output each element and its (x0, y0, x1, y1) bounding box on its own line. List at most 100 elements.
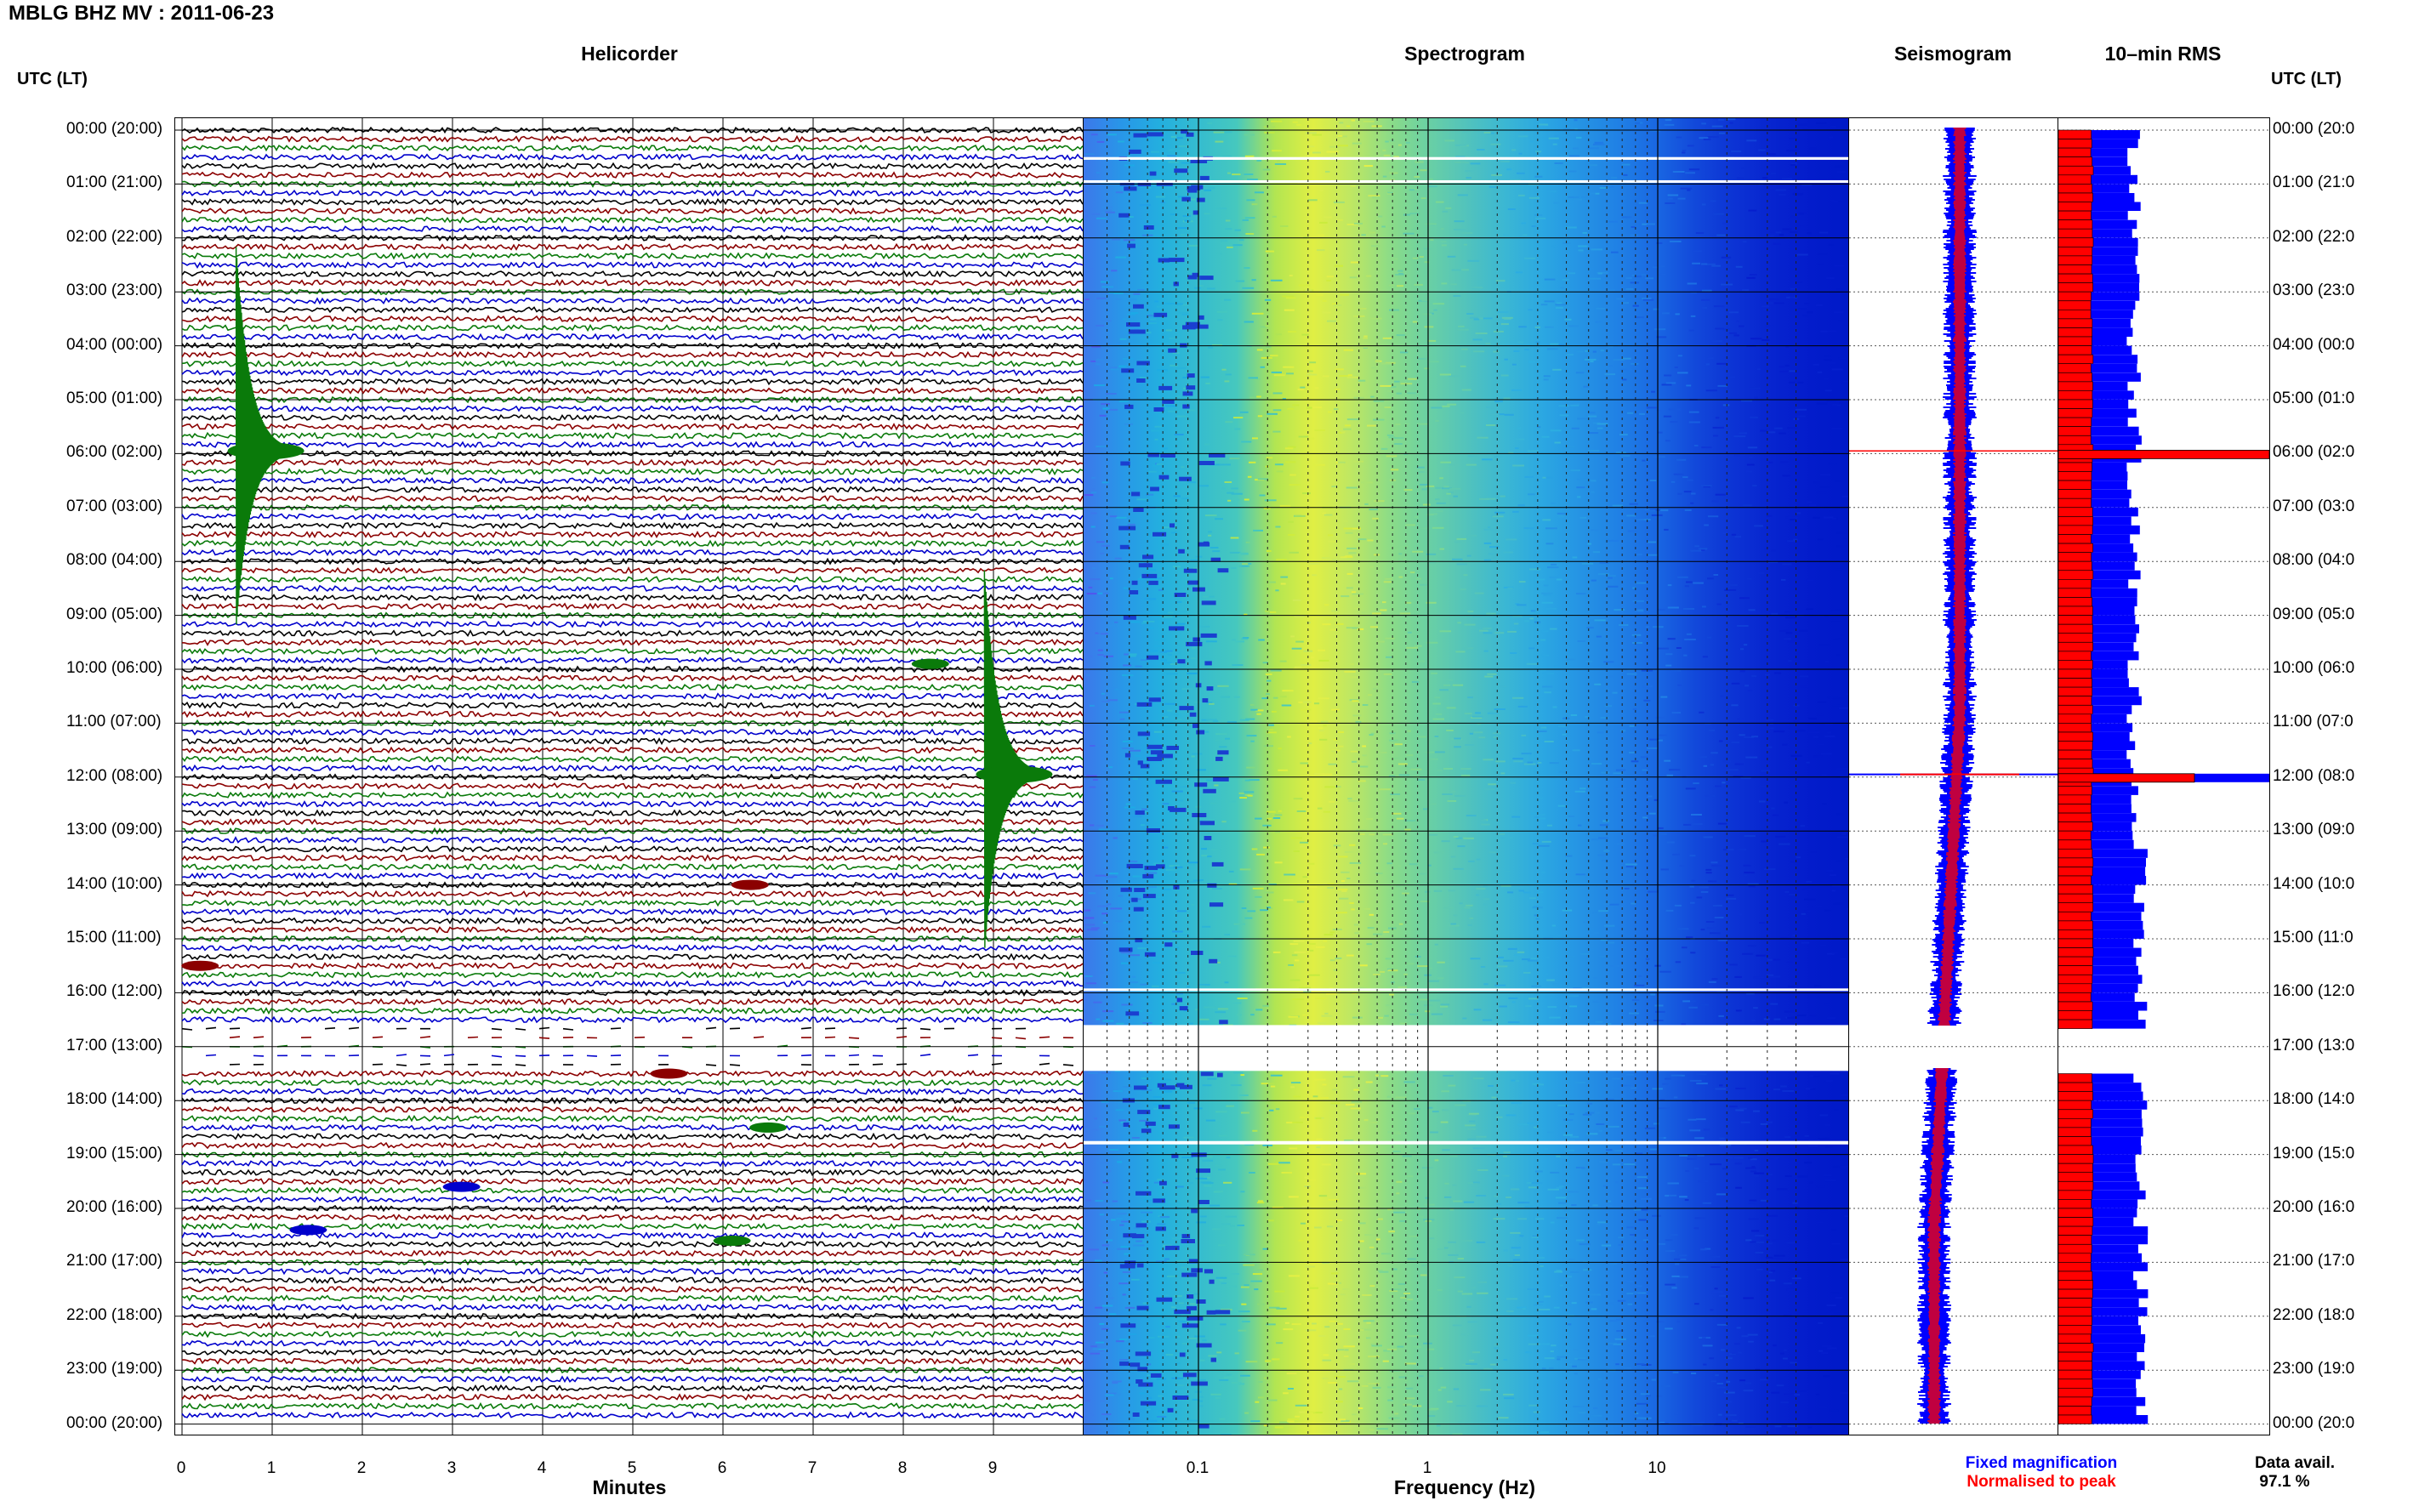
spectrogram-cell (1455, 651, 1466, 653)
spectrogram-cell (1831, 368, 1843, 371)
spectrogram-cell (1693, 582, 1704, 584)
spectrogram-cell (1182, 1373, 1197, 1378)
spectrogram-cell (1619, 455, 1631, 458)
spectrogram-cell (1276, 470, 1283, 473)
spectrogram-cell (1272, 392, 1283, 395)
spectrogram-cell (1330, 1102, 1340, 1105)
spectrogram-cell (1194, 1335, 1205, 1338)
spectrogram-cell (1129, 149, 1141, 154)
spectrogram-cell (1630, 1234, 1636, 1236)
spectrogram-cell (1816, 1221, 1824, 1224)
spectrogram-cell (1721, 256, 1732, 259)
spectrogram-cell (1258, 1396, 1265, 1399)
spectrogram-cell (1397, 986, 1407, 988)
spectrogram-cell (1392, 1151, 1401, 1152)
spectrogram-cell (1837, 1312, 1845, 1315)
spectrogram-cell (1659, 833, 1667, 835)
spectrogram-cell (1494, 1343, 1500, 1345)
spectrogram-cell (1440, 1003, 1450, 1006)
spectrogram-cell (1457, 845, 1466, 848)
spectrogram-cell (1352, 527, 1361, 530)
spectrogram-cell (1415, 577, 1422, 580)
spectrogram-cell (1649, 1148, 1657, 1151)
spectrogram-cell (1328, 800, 1335, 803)
spectrogram-cell (1522, 958, 1530, 961)
spectrogram-cell (1225, 228, 1232, 230)
spectrogram-cell (1713, 574, 1718, 576)
spectrogram-cell (1739, 597, 1750, 600)
spectrogram-cell (1102, 1020, 1114, 1022)
seismogram-panel (1848, 117, 2059, 1435)
spectrogram-cell (1795, 730, 1806, 732)
spectrogram-cell (1191, 755, 1195, 758)
rms-normalised-bar (2058, 1369, 2092, 1379)
spectrogram-cell (1774, 302, 1784, 304)
spectrogram-cell (1496, 956, 1504, 958)
spectrogram-cell (1767, 1214, 1779, 1217)
spectrogram-cell (1810, 851, 1817, 853)
spectrogram-cell (1534, 816, 1540, 819)
spectrogram-cell (1261, 356, 1272, 359)
spectrogram-cell (1456, 537, 1467, 540)
spectrogram-cell (1212, 1228, 1222, 1231)
spectrogram-cell (1828, 243, 1835, 246)
spectrogram-cell (1178, 549, 1185, 554)
spectrogram-cell (1150, 486, 1159, 492)
spectrogram-cell (1338, 1418, 1346, 1421)
spectrogram-cell (1665, 1250, 1676, 1253)
spectrogram-cell (1689, 855, 1696, 857)
spectrogram-cell (1787, 1016, 1797, 1019)
spectrogram-cell (1119, 718, 1125, 720)
spectrogram-cell (1267, 1162, 1280, 1165)
spectrogram-cell (1433, 851, 1445, 854)
spectrogram-cell (1090, 360, 1096, 362)
spectrogram-cell (1208, 1355, 1217, 1357)
spectrogram-cell (1585, 660, 1593, 662)
spectrogram-cell (1775, 835, 1786, 838)
spectrogram-cell (1754, 1172, 1765, 1174)
spectrogram-cell (1251, 203, 1258, 206)
rms-normalised-bar (2058, 668, 2092, 679)
spectrogram-cell (1414, 516, 1419, 519)
spectrogram-cell (1300, 762, 1309, 765)
spectrogram-cell (1124, 298, 1137, 301)
spectrogram-cell (1111, 1219, 1116, 1221)
spectrogram-cell (1360, 765, 1369, 768)
spectrogram-cell (1507, 1021, 1520, 1024)
spectrogram-cell (1175, 946, 1180, 949)
spectrogram-cell (1476, 1135, 1487, 1138)
spectrogram-cell (1283, 309, 1295, 311)
spectrogram-cell (1677, 197, 1686, 200)
spectrogram-cell (1800, 825, 1805, 827)
spectrogram-cell (1414, 645, 1422, 647)
spectrogram-cell (1601, 1244, 1612, 1247)
legend-fixed-magnification: Fixed magnification (1965, 1454, 2118, 1472)
spectrogram-cell (1452, 1433, 1463, 1435)
spectrogram-cell (1318, 1022, 1327, 1025)
spectrogram-cell (1227, 1285, 1237, 1287)
spectrogram-cell (1350, 389, 1357, 392)
spectrogram-cell (1760, 1199, 1767, 1202)
spectrogram-cell (1251, 279, 1256, 281)
spectrogram-cell (1261, 697, 1268, 700)
spectrogram-cell (1619, 302, 1629, 304)
time-label-left: 00:00 (20:00) (66, 1413, 163, 1432)
spectrogram-cell (1167, 410, 1180, 412)
spectrogram-cell (1156, 1297, 1173, 1302)
helicorder-event-coda (976, 765, 1053, 783)
spectrogram-cell (1366, 943, 1373, 946)
rms-normalised-bar (2058, 210, 2092, 220)
spectrogram-cell (1819, 1350, 1824, 1352)
spectrogram-cell (1163, 1090, 1173, 1093)
spectrogram-cell (1363, 120, 1375, 122)
rms-normalised-bar (2058, 1253, 2092, 1263)
spectrogram-cell (1216, 207, 1227, 210)
spectrogram-cell (1439, 548, 1444, 550)
spectrogram-cell (1708, 729, 1716, 731)
spectrogram-cell (1762, 305, 1769, 308)
spectrogram-cell (1344, 1349, 1349, 1351)
spectrogram-cell (1536, 730, 1547, 732)
spectrogram-cell (1736, 1327, 1741, 1329)
spectrogram-cell (1463, 574, 1468, 577)
spectrogram-cell (1588, 450, 1600, 452)
